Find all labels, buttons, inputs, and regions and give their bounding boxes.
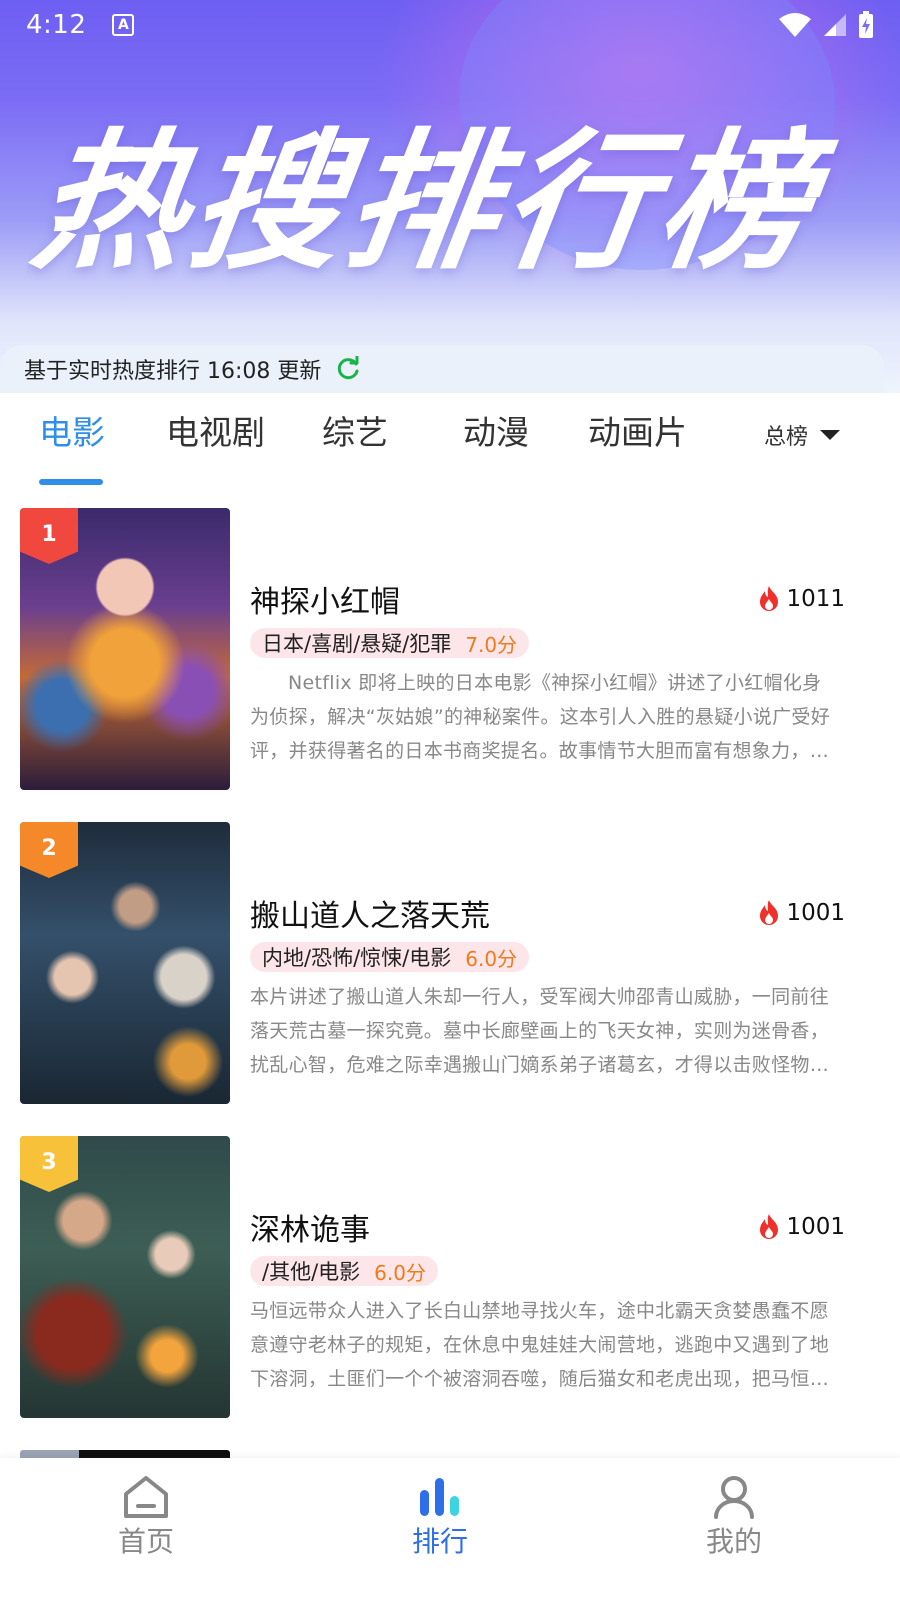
flame-icon — [760, 900, 779, 925]
heat-count: 1011 — [756, 585, 845, 613]
tab-tv-series[interactable]: 电视剧 — [166, 411, 265, 455]
nav-home[interactable]: 首页 — [86, 1474, 206, 1560]
item-title-row: 搬山道人之落天荒 1001 — [250, 892, 845, 934]
tab-movie[interactable]: 电影 — [39, 411, 105, 455]
score-text: 6.0分 — [465, 946, 518, 971]
list-item[interactable]: 2 搬山道人之落天荒 1001 内地/恐怖/惊悚/电影 6.0分 本片讲述了搬山… — [0, 814, 900, 1104]
heat-value: 1001 — [786, 900, 845, 926]
status-time: 4:12 — [26, 10, 87, 40]
category-tabs: 电影 电视剧 综艺 动漫 动画片 总榜 — [0, 393, 900, 488]
item-title[interactable]: 神探小红帽 — [250, 577, 400, 621]
tab-variety[interactable]: 综艺 — [322, 411, 388, 455]
nav-home-label: 首页 — [117, 1525, 174, 1558]
item-title[interactable]: 搬山道人之落天荒 — [250, 891, 490, 935]
heat-value: 1001 — [786, 1214, 845, 1240]
profile-icon — [714, 1476, 754, 1519]
item-title-row: 深林诡事 1001 — [250, 1206, 845, 1248]
poster-image[interactable]: 2 — [20, 822, 230, 1104]
item-title[interactable]: 深林诡事 — [250, 1205, 370, 1249]
rank-filter-label: 总榜 — [764, 425, 809, 450]
item-description: 本片讲述了搬山道人朱却一行人，受军阀大帅邵青山威胁，一同前往落天荒古墓一探究竟。… — [250, 986, 830, 1076]
refresh-icon[interactable] — [335, 356, 361, 382]
home-icon — [124, 1476, 168, 1518]
signal-icon — [824, 14, 846, 36]
item-description: Netflix 即将上映的日本电影《神探小红帽》讲述了小红帽化身为侦探，解决“灰… — [250, 672, 830, 762]
update-info-bar: 基于实时热度排行 16:08 更新 — [0, 345, 884, 393]
nav-ranking[interactable]: 排行 — [380, 1474, 500, 1560]
item-description: 马恒远带众人进入了长白山禁地寻找火车，途中北霸天贪婪愚蠢不愿意遵守老林子的规矩，… — [250, 1300, 830, 1390]
flame-icon — [760, 1214, 779, 1239]
heat-value: 1011 — [786, 586, 845, 612]
flame-icon — [760, 586, 779, 611]
poster-image[interactable]: 1 — [20, 508, 230, 790]
nav-profile-label: 我的 — [705, 1525, 762, 1558]
status-icons — [778, 11, 874, 39]
list-item[interactable]: 3 深林诡事 1001 /其他/电影 6.0分 马恒远带众人进入了长白山禁地寻找… — [0, 1128, 900, 1418]
nav-profile[interactable]: 我的 — [674, 1474, 794, 1560]
header-banner: 4:12 A 热搜排行榜 — [0, 0, 900, 400]
banner-title: 热搜排行榜 — [24, 118, 829, 288]
nav-ranking-label: 排行 — [411, 1525, 468, 1558]
wifi-icon — [779, 13, 811, 37]
item-title-row: 神探小红帽 1011 — [250, 578, 845, 620]
update-text: 基于实时热度排行 16:08 更新 — [24, 359, 322, 384]
genre-text: 内地/恐怖/惊悚/电影 — [262, 946, 452, 970]
genre-tag: /其他/电影 6.0分 — [250, 1256, 438, 1286]
rank-filter-dropdown[interactable]: 总榜 — [764, 419, 841, 451]
tab-cartoon[interactable]: 动画片 — [588, 411, 687, 455]
status-bar: 4:12 A — [0, 0, 900, 50]
genre-tag: 内地/恐怖/惊悚/电影 6.0分 — [250, 942, 530, 972]
active-tab-indicator — [39, 479, 103, 485]
score-text: 7.0分 — [465, 632, 518, 657]
bottom-navigation: 首页 排行 我的 — [0, 1458, 900, 1600]
notification-a-icon: A — [112, 14, 135, 36]
heat-count: 1001 — [756, 899, 845, 927]
ranking-icon — [420, 1478, 459, 1516]
genre-tag: 日本/喜剧/悬疑/犯罪 7.0分 — [250, 628, 530, 658]
list-item[interactable]: 1 神探小红帽 1011 日本/喜剧/悬疑/犯罪 7.0分 Netflix 即将… — [0, 500, 900, 790]
genre-text: /其他/电影 — [262, 1260, 361, 1284]
score-text: 6.0分 — [374, 1260, 426, 1285]
tab-anime[interactable]: 动漫 — [463, 411, 529, 455]
battery-icon — [859, 11, 873, 38]
heat-count: 1001 — [756, 1213, 845, 1241]
poster-image[interactable]: 3 — [20, 1136, 230, 1418]
caret-down-icon — [820, 430, 841, 440]
genre-text: 日本/喜剧/悬疑/犯罪 — [262, 632, 452, 656]
